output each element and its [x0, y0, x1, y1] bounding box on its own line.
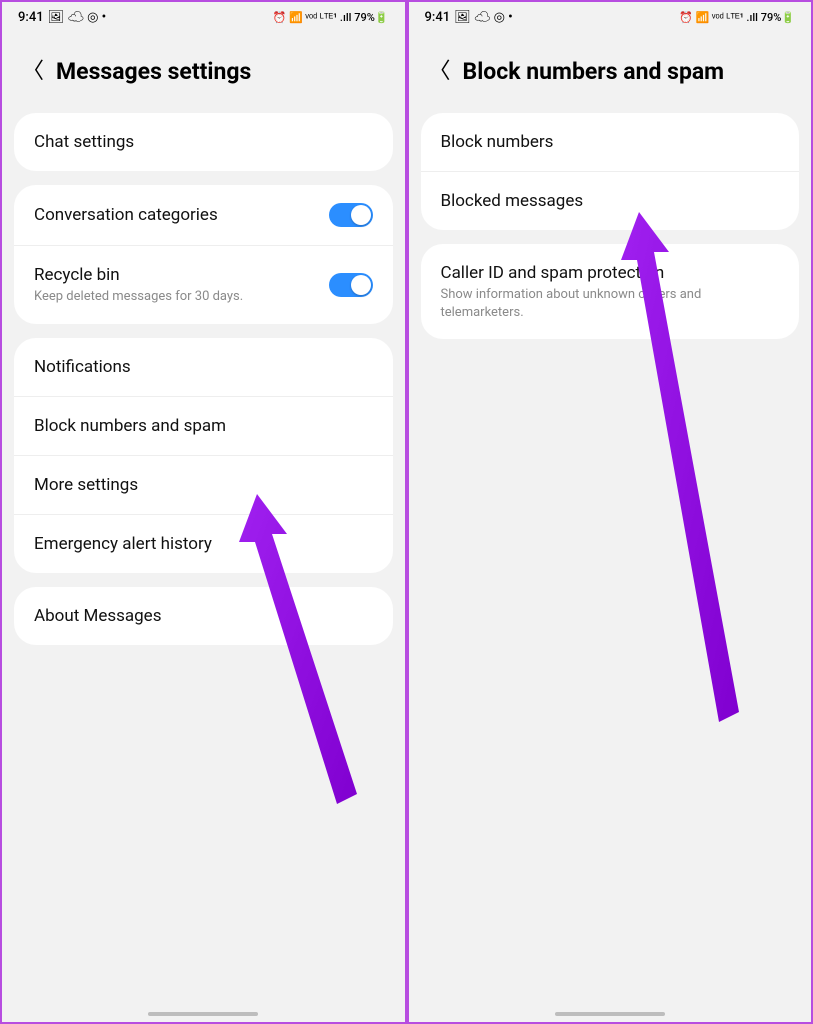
- row-caller-id-spam-protection[interactable]: Caller ID and spam protection Show infor…: [421, 244, 800, 339]
- toggle-conversation-categories[interactable]: [329, 203, 373, 227]
- page-title: Messages settings: [56, 58, 251, 85]
- row-more-settings[interactable]: More settings: [14, 455, 393, 514]
- row-chat-settings[interactable]: Chat settings: [14, 113, 393, 171]
- nav-handle[interactable]: [148, 1012, 258, 1016]
- row-notifications[interactable]: Notifications: [14, 338, 393, 396]
- row-emergency-alert-history[interactable]: Emergency alert history: [14, 514, 393, 573]
- status-bar: 9:41 🖼 ☁ ◎ • ⏰ 📶 ᵛᵒᵈ ᴸᵀᴱ¹ .ıll 79%🔋: [409, 2, 812, 32]
- label: Recycle bin: [34, 264, 329, 286]
- sublabel: Show information about unknown callers a…: [441, 286, 780, 321]
- status-icons-right: ⏰ 📶 ᵛᵒᵈ ᴸᵀᴱ¹ .ıll 79%🔋: [679, 11, 795, 24]
- label: More settings: [34, 474, 373, 496]
- status-time: 9:41: [425, 10, 451, 25]
- settings-content: Block numbers Blocked messages Caller ID…: [409, 113, 812, 1022]
- label: Chat settings: [34, 131, 373, 153]
- label: Caller ID and spam protection: [441, 262, 780, 284]
- status-icons-right: ⏰ 📶 ᵛᵒᵈ ᴸᵀᴱ¹ .ıll 79%🔋: [273, 11, 389, 24]
- row-block-numbers-spam[interactable]: Block numbers and spam: [14, 396, 393, 455]
- label: About Messages: [34, 605, 373, 627]
- page-header: 〈 Messages settings: [2, 32, 405, 113]
- card-about: About Messages: [14, 587, 393, 645]
- card-caller-id: Caller ID and spam protection Show infor…: [421, 244, 800, 339]
- label: Emergency alert history: [34, 533, 373, 555]
- card-block: Block numbers Blocked messages: [421, 113, 800, 230]
- page-title: Block numbers and spam: [463, 58, 725, 85]
- label: Block numbers: [441, 131, 780, 153]
- status-icons-left: 🖼 ☁ ◎ •: [454, 10, 513, 25]
- row-conversation-categories[interactable]: Conversation categories: [14, 185, 393, 245]
- label: Blocked messages: [441, 190, 780, 212]
- phone-screen-left: 9:41 🖼 ☁ ◎ • ⏰ 📶 ᵛᵒᵈ ᴸᵀᴱ¹ .ıll 79%🔋 〈 Me…: [0, 0, 407, 1024]
- card-chat-settings: Chat settings: [14, 113, 393, 171]
- status-bar: 9:41 🖼 ☁ ◎ • ⏰ 📶 ᵛᵒᵈ ᴸᵀᴱ¹ .ıll 79%🔋: [2, 2, 405, 32]
- sublabel: Keep deleted messages for 30 days.: [34, 288, 329, 306]
- status-time: 9:41: [18, 10, 44, 25]
- row-about-messages[interactable]: About Messages: [14, 587, 393, 645]
- label: Conversation categories: [34, 204, 329, 226]
- row-block-numbers[interactable]: Block numbers: [421, 113, 800, 171]
- label: Notifications: [34, 356, 373, 378]
- toggle-recycle-bin[interactable]: [329, 273, 373, 297]
- nav-handle[interactable]: [555, 1012, 665, 1016]
- back-icon[interactable]: 〈: [429, 61, 451, 83]
- card-notifications-group: Notifications Block numbers and spam Mor…: [14, 338, 393, 573]
- status-icons-left: 🖼 ☁ ◎ •: [48, 10, 107, 25]
- row-recycle-bin[interactable]: Recycle bin Keep deleted messages for 30…: [14, 245, 393, 324]
- settings-content: Chat settings Conversation categories Re…: [2, 113, 405, 1022]
- label: Block numbers and spam: [34, 415, 373, 437]
- back-icon[interactable]: 〈: [22, 61, 44, 83]
- phone-screen-right: 9:41 🖼 ☁ ◎ • ⏰ 📶 ᵛᵒᵈ ᴸᵀᴱ¹ .ıll 79%🔋 〈 Bl…: [407, 0, 813, 1024]
- row-blocked-messages[interactable]: Blocked messages: [421, 171, 800, 230]
- page-header: 〈 Block numbers and spam: [409, 32, 812, 113]
- card-conversation-recycle: Conversation categories Recycle bin Keep…: [14, 185, 393, 324]
